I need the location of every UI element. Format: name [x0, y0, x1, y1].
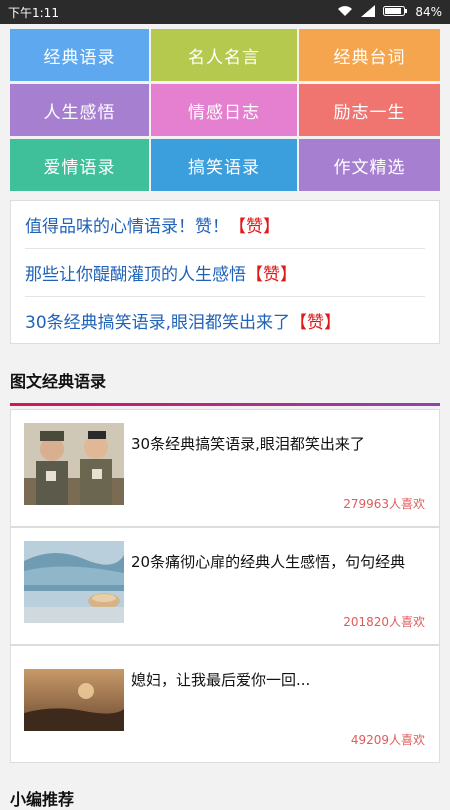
category-emotion-diary[interactable]: 情感日志 [151, 84, 297, 136]
battery-percent: 84% [415, 5, 442, 19]
likes-count: 201820人喜欢 [343, 615, 425, 629]
category-essays[interactable]: 作文精选 [299, 139, 440, 191]
section-title: 图文经典语录 [10, 372, 107, 391]
headline-list: 值得品味的心情语录！赞！ 【赞】 那些让你醍醐灌顶的人生感悟 【赞】 30条经典搞笑… [10, 200, 440, 344]
article-card[interactable]: 20条痛彻心扉的经典人生感悟，句句经典 201820人喜欢 [10, 527, 440, 645]
editor-picks-title: 小编推荐 [10, 790, 75, 809]
category-grid: 经典语录 名人名言 经典台词 人生感悟 情感日志 励志一生 爱情语录 搞笑语录 … [10, 29, 440, 191]
article-thumbnail [24, 423, 124, 505]
category-life-insights[interactable]: 人生感悟 [10, 84, 149, 136]
like-tag: 【赞】 [246, 265, 297, 285]
article-card[interactable]: 媳妇，让我最后爱你一回... 49209人喜欢 [10, 645, 440, 763]
category-love-quotes[interactable]: 爱情语录 [10, 139, 149, 191]
headline-item[interactable]: 值得品味的心情语录！赞！ 【赞】 [25, 201, 425, 249]
category-funny-quotes[interactable]: 搞笑语录 [151, 139, 297, 191]
signal-icon [361, 4, 376, 20]
section-divider [10, 403, 440, 406]
category-classic-quotes[interactable]: 经典语录 [10, 29, 149, 81]
headline-item[interactable]: 30条经典搞笑语录,眼泪都笑出来了 【赞】 [25, 297, 425, 344]
status-icons: 84% [337, 4, 442, 20]
headline-item[interactable]: 那些让你醍醐灌顶的人生感悟 【赞】 [25, 249, 425, 297]
like-tag: 【赞】 [290, 313, 342, 333]
article-thumbnail [24, 669, 124, 731]
wifi-icon [337, 5, 353, 20]
article-thumbnail [24, 541, 124, 623]
like-tag: 【赞】 [229, 217, 280, 237]
article-title: 媳妇，让我最后爱你一回... [131, 671, 311, 689]
article-card[interactable]: 30条经典搞笑语录,眼泪都笑出来了 279963人喜欢 [10, 409, 440, 527]
status-time: 下午1:11 [8, 5, 59, 20]
article-title: 20条痛彻心扉的经典人生感悟，句句经典 [131, 553, 406, 571]
category-famous-sayings[interactable]: 名人名言 [151, 29, 297, 81]
likes-count: 49209人喜欢 [350, 733, 425, 747]
likes-count: 279963人喜欢 [343, 497, 425, 511]
status-bar: 下午1:11 84% [0, 0, 450, 24]
article-title: 30条经典搞笑语录,眼泪都笑出来了 [131, 435, 365, 453]
category-classic-lines[interactable]: 经典台词 [299, 29, 440, 81]
category-inspiration[interactable]: 励志一生 [299, 84, 440, 136]
battery-icon [383, 5, 408, 20]
